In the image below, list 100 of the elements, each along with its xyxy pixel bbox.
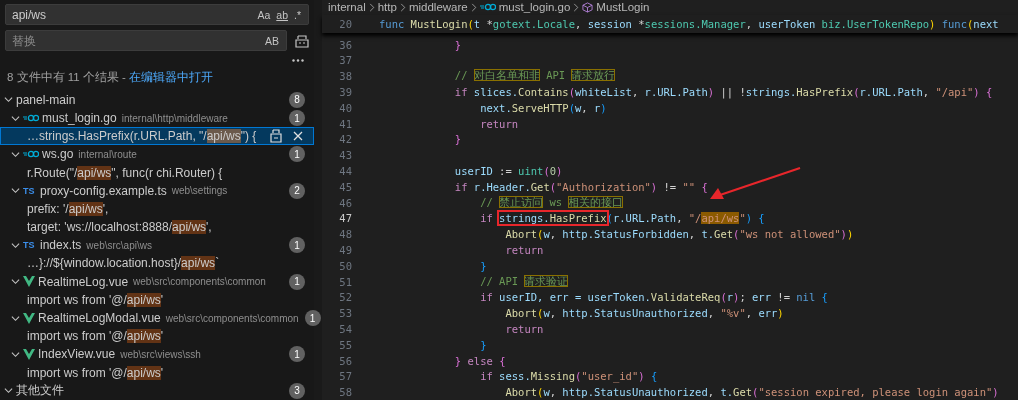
file-path: web\src\api\ws — [86, 239, 152, 251]
vue-file-icon — [23, 348, 35, 360]
search-result-row[interactable]: …}://${window.location.host}/api/ws` — [0, 254, 314, 273]
breadcrumb-item[interactable]: MustLogin — [596, 1, 650, 14]
file-path: web\src\components\common — [165, 312, 299, 324]
line-number: 41 — [338, 117, 352, 130]
go-file-icon — [23, 150, 39, 159]
code-line: } else { — [453, 354, 506, 367]
match-text[interactable]: import ws from '@/api/ws' — [27, 292, 164, 307]
code-line: func MustLogin(t *gotext.Locale, session *sessions.Manager, userToken biz.UserTokenRepo) func(next — [379, 17, 999, 30]
file-name[interactable]: RealtimeLogModal.vue — [38, 311, 161, 325]
breadcrumb-item[interactable]: internal — [328, 1, 366, 14]
folder-name[interactable]: 其他文件 — [16, 382, 64, 400]
breadcrumb-item[interactable]: http — [377, 1, 397, 14]
search-result-row[interactable]: r.Route("/api/ws", func(r chi.Router) { — [0, 163, 314, 182]
chevron-icon[interactable] — [11, 313, 20, 323]
file-name[interactable]: index.ts — [40, 238, 82, 253]
line-number: 48 — [338, 228, 352, 241]
code-line: Abort(w, http.StatusForbidden, t.Get("ws not allowed")) — [504, 228, 854, 241]
search-result-row[interactable]: import ws from '@/api/ws' — [0, 327, 314, 346]
breadcrumb-item[interactable]: must_login.go — [498, 1, 571, 14]
vue-file-icon — [23, 312, 35, 324]
breadcrumb-item[interactable]: middleware — [408, 1, 468, 14]
count-badge: 1 — [289, 146, 305, 163]
code-line: // API 请求验证 — [479, 274, 569, 289]
line-number: 58 — [338, 386, 352, 399]
search-option-toggle[interactable]: ab — [273, 8, 291, 21]
count-badge: 1 — [304, 310, 321, 326]
line-number: 43 — [338, 149, 352, 162]
line-number: 42 — [338, 133, 352, 146]
chevron-icon[interactable] — [11, 277, 20, 287]
line-number: 50 — [338, 259, 352, 272]
more-icon[interactable] — [292, 59, 304, 63]
cube-icon — [582, 1, 594, 13]
chevron-icon[interactable] — [11, 240, 20, 250]
open-in-editor-link[interactable]: 在编辑器中打开 — [129, 70, 214, 83]
file-name[interactable]: ws.go — [42, 147, 74, 162]
code-line: } — [453, 38, 462, 51]
line-number: 51 — [338, 275, 352, 288]
chevron-icon[interactable] — [4, 386, 13, 396]
code-line: if slices.Contains(whiteList, r.URL.Path) || !strings.HasPrefix(r.URL.Path, "/api") { — [453, 86, 993, 99]
code-line: Abort(w, http.StatusUnauthorized, "%v", err) — [504, 307, 784, 320]
chevron-icon[interactable] — [11, 349, 20, 359]
search-field[interactable]: api/ws Aa ab .* — [5, 4, 309, 25]
code-line: // 对白名单和非 API 请求放行 — [453, 69, 616, 84]
code-line: next.ServeHTTP(w, r) — [479, 101, 607, 114]
code-line: if sess.Missing("user_id") { — [479, 370, 658, 383]
chevron-icon — [399, 2, 406, 12]
line-number: 37 — [338, 54, 352, 67]
file-path: web\settings — [171, 185, 228, 197]
search-option-toggle[interactable]: .* — [291, 8, 304, 21]
line-number: 54 — [338, 323, 352, 336]
file-name[interactable]: proxy-config.example.ts — [40, 183, 167, 198]
line-number: 36 — [338, 38, 352, 51]
code-line: Abort(w, http.StatusUnauthorized, t.Get("session expired, please login again") — [504, 386, 999, 399]
line-number: 40 — [338, 101, 352, 114]
close-icon[interactable] — [293, 131, 303, 142]
file-path: web\src\views\ssh — [120, 348, 201, 360]
search-option-toggle[interactable]: Aa — [254, 8, 274, 21]
chevron-icon[interactable] — [11, 186, 20, 196]
line-number: 20 — [338, 17, 352, 30]
search-result-row[interactable]: import ws from '@/api/ws' — [0, 290, 314, 309]
go-file-icon — [479, 3, 496, 12]
preserve-case-toggle[interactable]: AB — [262, 34, 282, 47]
line-number: 46 — [338, 196, 352, 209]
line-number: 55 — [338, 338, 352, 351]
line-number: 52 — [338, 291, 352, 304]
replace-field[interactable]: 替换 AB — [5, 30, 287, 51]
code-line: } — [453, 133, 462, 146]
line-number: 56 — [338, 354, 352, 367]
file-path: internal\route — [78, 148, 137, 160]
search-result-row[interactable]: prefix: '/api/ws', — [0, 199, 314, 219]
count-badge: 1 — [289, 110, 305, 127]
line-number: 39 — [338, 86, 352, 99]
chevron-icon[interactable] — [11, 149, 20, 159]
chevron-icon — [368, 2, 375, 12]
line-number: 49 — [338, 244, 352, 257]
go-file-icon — [23, 114, 39, 123]
chevron-icon — [470, 2, 477, 12]
search-result-row[interactable]: target: 'ws://localhost:8888/api/ws', — [0, 218, 314, 237]
line-number: 53 — [338, 307, 352, 320]
file-name[interactable]: must_login.go — [42, 111, 117, 126]
code-line: } — [479, 338, 487, 351]
match-text[interactable]: import ws from '@/api/ws' — [27, 365, 164, 380]
file-name[interactable]: IndexView.vue — [38, 347, 116, 362]
count-badge: 1 — [289, 237, 305, 254]
search-result-row[interactable]: import ws from '@/api/ws' — [0, 363, 314, 382]
line-number: 47 — [338, 212, 352, 225]
match-text[interactable]: …}://${window.location.host}/api/ws` — [27, 256, 220, 271]
file-name[interactable]: RealtimeLog.vue — [38, 274, 129, 289]
count-badge: 8 — [289, 91, 305, 108]
typescript-file-icon: TS — [23, 185, 37, 196]
match-text[interactable]: prefix: '/api/ws', — [27, 201, 109, 216]
match-text[interactable]: target: 'ws://localhost:8888/api/ws', — [27, 220, 212, 235]
match-text[interactable]: r.Route("/api/ws", func(r chi.Router) { — [27, 165, 223, 180]
folder-name[interactable]: panel-main — [16, 92, 76, 107]
results-summary: 8 文件中有 11 个结果 - — [7, 70, 127, 83]
match-text[interactable]: import ws from '@/api/ws' — [27, 329, 164, 344]
code-line: if userID, err = userToken.ValidateReq(r); err != nil { — [479, 291, 828, 304]
code-line: if r.Header.Get("Authorization") != "" { — [453, 180, 708, 193]
